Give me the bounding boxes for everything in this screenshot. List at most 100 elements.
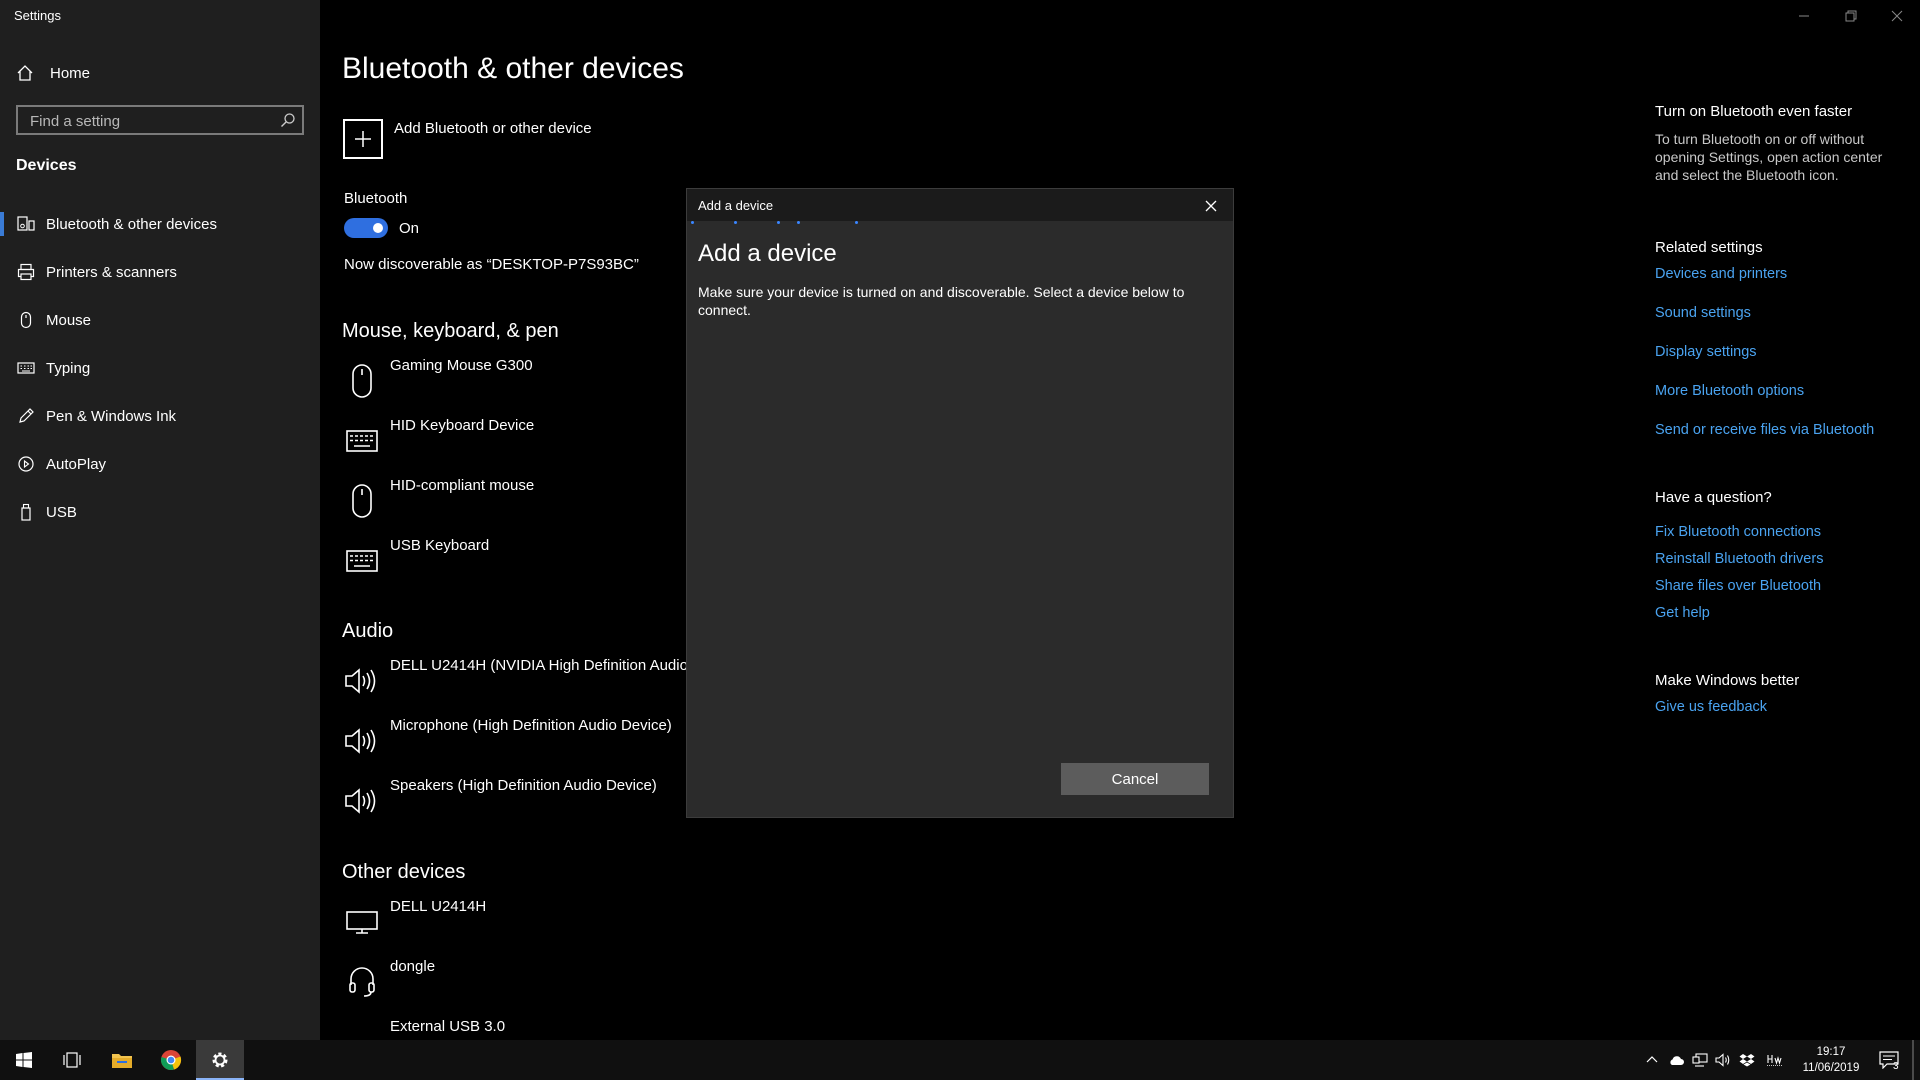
chrome-icon bbox=[160, 1049, 182, 1071]
mouse-icon bbox=[344, 481, 380, 521]
clock-time: 19:17 bbox=[1816, 1046, 1846, 1058]
search-icon[interactable] bbox=[280, 112, 296, 128]
device-name: HID-compliant mouse bbox=[390, 477, 535, 494]
task-view-button[interactable] bbox=[48, 1040, 96, 1080]
minimize-button[interactable] bbox=[1789, 6, 1819, 26]
toggle-knob bbox=[373, 223, 383, 233]
link-get-help[interactable]: Get help bbox=[1655, 605, 1710, 621]
device-item[interactable]: HID Keyboard Device bbox=[342, 415, 682, 471]
taskbar: 19:17 11/06/2019 3 bbox=[0, 1040, 1920, 1080]
dropbox-tray-icon[interactable] bbox=[1737, 1050, 1757, 1070]
task-view-icon bbox=[63, 1051, 81, 1069]
sidebar-item-printers[interactable]: Printers & scanners bbox=[0, 250, 320, 294]
link-more-bluetooth-options[interactable]: More Bluetooth options bbox=[1655, 383, 1804, 399]
device-item[interactable]: Microphone (High Definition Audio Device… bbox=[342, 715, 682, 771]
cloud-icon bbox=[1668, 1054, 1684, 1066]
link-send-receive-files[interactable]: Send or receive files via Bluetooth bbox=[1655, 422, 1874, 438]
bluetooth-toggle[interactable] bbox=[344, 218, 388, 238]
sidebar-item-mouse[interactable]: Mouse bbox=[0, 298, 320, 342]
sidebar-item-label: AutoPlay bbox=[46, 455, 107, 473]
add-device-label[interactable]: Add Bluetooth or other device bbox=[394, 120, 592, 137]
show-desktop-button[interactable] bbox=[1912, 1040, 1914, 1080]
home-icon bbox=[16, 64, 34, 82]
device-name: Gaming Mouse G300 bbox=[390, 357, 533, 374]
device-item[interactable]: DELL U2414H bbox=[342, 896, 682, 952]
progress-dot bbox=[855, 221, 858, 224]
sidebar-item-label: Mouse bbox=[46, 311, 92, 329]
device-item[interactable]: Speakers (High Definition Audio Device) bbox=[342, 775, 682, 831]
home-label: Home bbox=[50, 64, 91, 82]
app-title: Settings bbox=[14, 8, 61, 23]
page-title: Bluetooth & other devices bbox=[342, 52, 684, 85]
link-share-files[interactable]: Share files over Bluetooth bbox=[1655, 578, 1821, 594]
sidebar-item-label: Bluetooth & other devices bbox=[46, 215, 217, 233]
link-give-feedback[interactable]: Give us feedback bbox=[1655, 699, 1767, 715]
network-tray-icon[interactable] bbox=[1690, 1050, 1710, 1070]
monitor-icon bbox=[344, 902, 380, 942]
device-name: DELL U2414H bbox=[390, 898, 487, 915]
devices-section-title: Devices bbox=[16, 157, 77, 174]
related-settings-title: Related settings bbox=[1655, 239, 1763, 256]
question-title: Have a question? bbox=[1655, 489, 1772, 506]
sidebar-item-bluetooth[interactable]: Bluetooth & other devices bbox=[0, 202, 320, 246]
minimize-icon bbox=[1798, 10, 1810, 22]
device-item[interactable]: dongle bbox=[342, 956, 682, 1012]
device-item[interactable]: USB Keyboard bbox=[342, 535, 682, 591]
tip-text: To turn Bluetooth on or off without open… bbox=[1655, 131, 1883, 183]
keyboard-icon bbox=[344, 541, 380, 581]
link-reinstall-drivers[interactable]: Reinstall Bluetooth drivers bbox=[1655, 551, 1823, 567]
link-fix-bluetooth[interactable]: Fix Bluetooth connections bbox=[1655, 524, 1821, 540]
link-sound-settings[interactable]: Sound settings bbox=[1655, 305, 1751, 321]
search-box[interactable] bbox=[16, 105, 304, 135]
sidebar-item-pen[interactable]: Pen & Windows Ink bbox=[0, 394, 320, 438]
dialog-title: Add a device bbox=[698, 198, 774, 213]
dialog-description: Make sure your device is turned on and d… bbox=[698, 284, 1185, 318]
device-name: External USB 3.0 bbox=[390, 1018, 506, 1035]
cancel-button[interactable]: Cancel bbox=[1061, 763, 1209, 795]
plus-icon bbox=[353, 129, 373, 149]
sidebar-item-autoplay[interactable]: AutoPlay bbox=[0, 442, 320, 486]
start-button[interactable] bbox=[0, 1040, 48, 1080]
sidebar-item-usb[interactable]: USB bbox=[0, 490, 320, 534]
volume-tray-icon[interactable] bbox=[1713, 1050, 1733, 1070]
keyboard-icon bbox=[344, 421, 380, 461]
notification-count-badge: 3 bbox=[1893, 1061, 1899, 1072]
onedrive-tray-icon[interactable] bbox=[1666, 1050, 1686, 1070]
speaker-icon bbox=[344, 721, 380, 761]
progress-dot bbox=[691, 221, 694, 224]
dropbox-icon bbox=[1739, 1053, 1755, 1067]
close-window-button[interactable] bbox=[1882, 6, 1912, 26]
input-method-tray-icon[interactable] bbox=[1765, 1050, 1785, 1070]
device-item[interactable]: Gaming Mouse G300 bbox=[342, 355, 682, 411]
device-name: USB Keyboard bbox=[390, 537, 490, 554]
home-nav-item[interactable]: Home bbox=[16, 60, 306, 86]
progress-dot bbox=[777, 221, 780, 224]
device-name: Speakers (High Definition Audio Device) bbox=[390, 777, 657, 794]
windows-logo-icon bbox=[15, 1051, 33, 1069]
add-device-dialog: Add a device Add a device Make sure your… bbox=[686, 188, 1234, 818]
mouse-icon bbox=[14, 311, 38, 329]
device-item[interactable]: DELL U2414H (NVIDIA High Definition Audi… bbox=[342, 655, 693, 711]
show-hidden-icons-button[interactable] bbox=[1642, 1050, 1662, 1070]
device-item[interactable]: HID-compliant mouse bbox=[342, 475, 682, 531]
link-display-settings[interactable]: Display settings bbox=[1655, 344, 1757, 360]
close-icon bbox=[1205, 200, 1217, 212]
chevron-up-icon bbox=[1646, 1054, 1658, 1066]
settings-taskbar-button[interactable] bbox=[196, 1040, 244, 1080]
dialog-close-button[interactable] bbox=[1199, 195, 1223, 217]
tip-title: Turn on Bluetooth even faster bbox=[1655, 103, 1853, 120]
discoverable-text: Now discoverable as “DESKTOP-P7S93BC” bbox=[344, 256, 639, 273]
add-device-button[interactable] bbox=[343, 119, 383, 159]
search-input[interactable] bbox=[28, 112, 272, 131]
headset-icon bbox=[344, 962, 380, 1002]
file-explorer-button[interactable] bbox=[98, 1040, 146, 1080]
sidebar-item-label: USB bbox=[46, 503, 77, 521]
device-name: DELL U2414H (NVIDIA High Definition Audi… bbox=[390, 657, 693, 674]
bluetooth-label: Bluetooth bbox=[344, 190, 408, 207]
taskbar-clock[interactable]: 19:17 11/06/2019 bbox=[1792, 1044, 1870, 1076]
sidebar-item-typing[interactable]: Typing bbox=[0, 346, 320, 390]
chrome-button[interactable] bbox=[147, 1040, 195, 1080]
restore-button[interactable] bbox=[1836, 6, 1866, 26]
link-devices-and-printers[interactable]: Devices and printers bbox=[1655, 266, 1787, 282]
device-item[interactable]: External USB 3.0 bbox=[342, 1016, 682, 1040]
